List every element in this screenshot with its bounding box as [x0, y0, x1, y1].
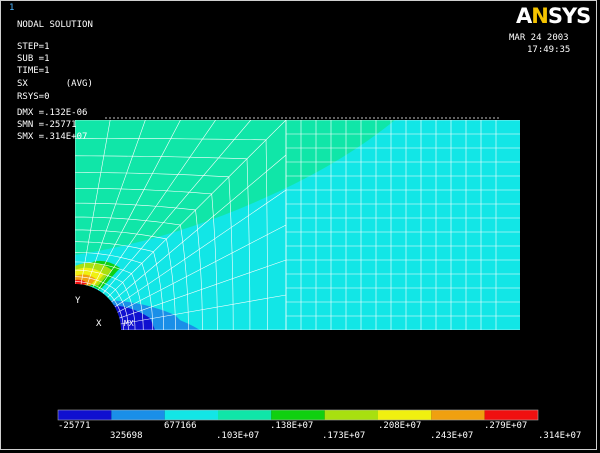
- legend-swatch: [431, 410, 485, 420]
- legend-label-bottom: .208E+07: [378, 421, 422, 431]
- plot-time: 17:49:35: [527, 45, 571, 55]
- plot-title: NODAL SOLUTION: [17, 20, 93, 30]
- contour-plot[interactable]: [0, 0, 600, 453]
- legend-swatch: [484, 410, 538, 420]
- legend-label-top: .103E+07: [216, 431, 260, 441]
- legend-label-top: .314E+07: [538, 431, 582, 441]
- legend-swatch: [324, 410, 378, 420]
- triad-mx-label: MX: [124, 319, 134, 328]
- legend-swatch: [218, 410, 272, 420]
- legend-color-bar: [57, 409, 539, 421]
- legend-swatch: [164, 410, 218, 420]
- info-smn: SMN =-25771: [17, 120, 77, 130]
- info-result: SX (AVG): [17, 79, 93, 89]
- info-sub: SUB =1: [17, 54, 50, 64]
- legend-swatch: [58, 410, 112, 420]
- legend-label-top: 325698: [110, 431, 143, 441]
- legend-label-bottom: 677166: [164, 421, 197, 431]
- info-step: STEP=1: [17, 42, 50, 52]
- legend-label-top: .243E+07: [430, 431, 474, 441]
- legend-label-top: .173E+07: [322, 431, 366, 441]
- legend-label-bottom: -25771: [58, 421, 91, 431]
- legend-label-bottom: .279E+07: [484, 421, 528, 431]
- info-smx: SMX =.314E+07: [17, 132, 88, 142]
- info-dmx: DMX =.132E-06: [17, 108, 88, 118]
- triad-y-label: Y: [75, 296, 81, 306]
- plot-date: MAR 24 2003: [509, 33, 569, 43]
- ansys-logo: ANSYS: [516, 4, 591, 28]
- legend-swatch: [111, 410, 165, 420]
- info-rsys: RSYS=0: [17, 92, 50, 102]
- legend-swatch: [271, 410, 325, 420]
- triad-x-label: X: [96, 319, 102, 329]
- legend-swatch: [378, 410, 432, 420]
- info-time: TIME=1: [17, 66, 50, 76]
- legend-label-bottom: .138E+07: [270, 421, 314, 431]
